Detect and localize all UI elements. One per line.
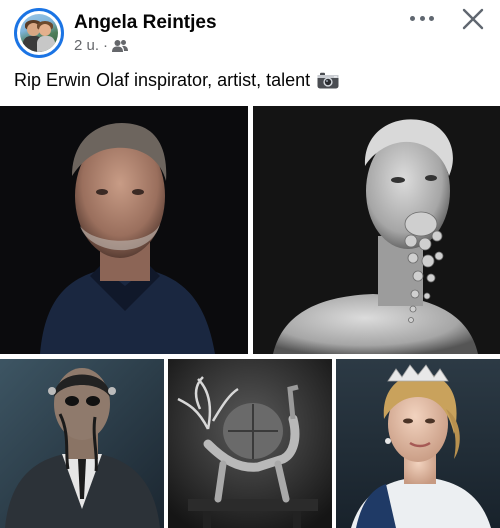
photo-2[interactable] (253, 106, 500, 354)
avatar[interactable] (14, 8, 64, 58)
photo-4[interactable] (168, 359, 332, 528)
photo-3[interactable] (0, 359, 164, 528)
close-icon[interactable] (462, 8, 484, 30)
antler-figure-photo (168, 359, 332, 528)
tiara-portrait-photo (336, 359, 500, 528)
meta-separator: · (103, 37, 109, 54)
author-name[interactable]: Angela Reintjes (74, 12, 217, 34)
suited-figure-photo (0, 359, 164, 528)
avatar-image (20, 14, 58, 52)
post-caption: Rip Erwin Olaf inspirator, artist, talen… (14, 70, 339, 91)
post-meta: 2 u. · (74, 37, 129, 54)
post-timestamp[interactable]: 2 u. (74, 37, 99, 54)
jewel-portrait-photo (253, 106, 500, 354)
caption-text: Rip Erwin Olaf inspirator, artist, talen… (14, 70, 311, 90)
camera-icon (317, 72, 339, 89)
post-header: Angela Reintjes 2 u. · (0, 0, 500, 64)
photo-5[interactable] (336, 359, 500, 528)
more-options-icon[interactable] (410, 8, 434, 28)
man-portrait-photo (0, 106, 248, 354)
friends-icon[interactable] (112, 39, 129, 53)
photo-1[interactable] (0, 106, 248, 354)
